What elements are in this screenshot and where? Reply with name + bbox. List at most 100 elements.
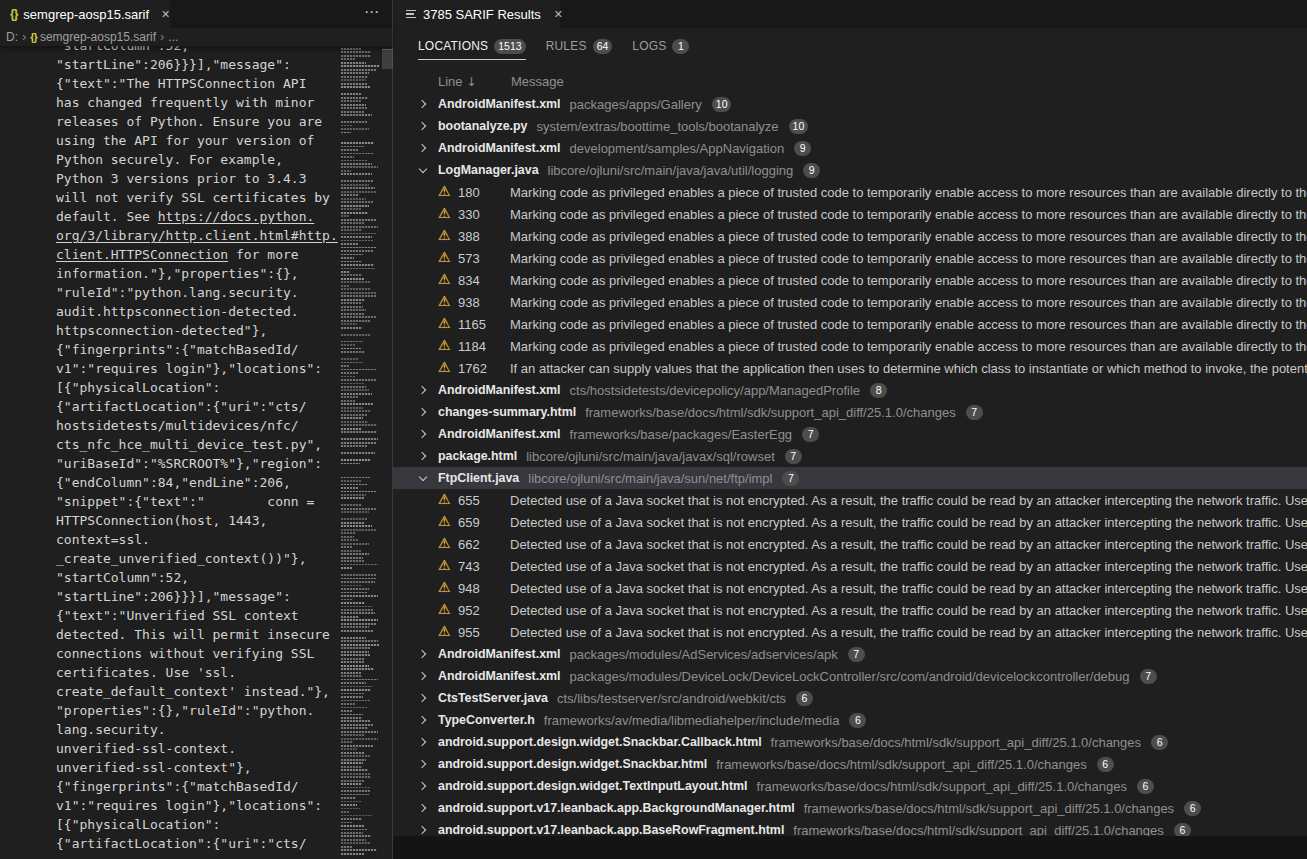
result-row[interactable]: ⚠ 1165 Marking code as privileged enable…: [393, 313, 1307, 335]
editor-scrollbar-thumb[interactable]: [382, 49, 393, 69]
file-row[interactable]: AndroidManifest.xml packages/modules/Dev…: [393, 665, 1307, 687]
code-line: unverified-ssl-context.: [56, 739, 340, 758]
json-file-icon: {}: [30, 31, 37, 43]
code-line: "startLine":206}}}],"message":: [56, 587, 340, 606]
file-path: development/samples/AppNavigation: [570, 141, 785, 156]
chevron-right-icon: [418, 407, 429, 418]
breadcrumb-more[interactable]: ...: [168, 30, 178, 44]
result-row[interactable]: ⚠ 330 Marking code as privileged enables…: [393, 203, 1307, 225]
file-row[interactable]: FtpClient.java libcore/ojluni/src/main/j…: [393, 467, 1307, 489]
result-row[interactable]: ⚠ 1762 If an attacker can supply values …: [393, 357, 1307, 379]
tab-locations[interactable]: LOCATIONS 1513: [418, 35, 526, 60]
warning-icon: ⚠: [438, 293, 451, 309]
file-path: packages/modules/AdServices/adservices/a…: [570, 647, 838, 662]
close-icon[interactable]: ✕: [161, 8, 170, 21]
code-line: {"fingerprints":{"matchBasedId/: [56, 340, 340, 359]
breadcrumb-drive[interactable]: D:: [6, 30, 18, 44]
file-row[interactable]: AndroidManifest.xml cts/hostsidetests/de…: [393, 379, 1307, 401]
code-line: connections without verifying SSL: [56, 644, 340, 663]
result-count-badge: 6: [796, 691, 813, 706]
file-path: frameworks/base/docs/html/sdk/support_ap…: [716, 757, 1086, 772]
file-name: changes-summary.html: [438, 405, 576, 419]
file-row[interactable]: AndroidManifest.xml packages/apps/Galler…: [393, 93, 1307, 115]
file-row[interactable]: android.support.v17.leanback.app.BaseRow…: [393, 819, 1307, 836]
code-line: using the API for your version of: [56, 131, 340, 150]
file-row[interactable]: android.support.design.widget.TextInputL…: [393, 775, 1307, 797]
file-name: android.support.design.widget.Snackbar.C…: [438, 735, 762, 749]
code-line: "startColumn":52,: [56, 568, 340, 587]
code-line: Python securely. For example,: [56, 150, 340, 169]
warning-icon: ⚠: [438, 205, 451, 221]
chevron-right-icon: [418, 385, 429, 396]
result-count-badge: 7: [1140, 669, 1157, 684]
code-line: v1":"requires login"},"locations":: [56, 796, 340, 815]
file-row[interactable]: AndroidManifest.xml packages/modules/AdS…: [393, 643, 1307, 665]
file-row[interactable]: android.support.design.widget.Snackbar.C…: [393, 731, 1307, 753]
breadcrumb-file[interactable]: semgrep-aosp15.sarif: [40, 30, 156, 44]
code-line: create_default_context' instead."},: [56, 682, 340, 701]
column-line[interactable]: Line ↓: [438, 74, 476, 89]
result-line-number: 662: [458, 537, 480, 552]
result-row[interactable]: ⚠ 948 Detected use of a Java socket that…: [393, 577, 1307, 599]
result-count-badge: 6: [1137, 779, 1154, 794]
sarif-results-panel: LOCATIONS 1513 RULES 64 LOGS 1 Line ↓ Me…: [393, 28, 1307, 859]
file-row[interactable]: bootanalyze.py system/extras/boottime_to…: [393, 115, 1307, 137]
result-row[interactable]: ⚠ 662 Detected use of a Java socket that…: [393, 533, 1307, 555]
tab-rules[interactable]: RULES 64: [546, 35, 613, 60]
editor-content[interactable]: "startColumn":52,"startLine":206}}}],"me…: [0, 46, 340, 859]
tab-logs[interactable]: LOGS 1: [632, 35, 689, 60]
result-row[interactable]: ⚠ 955 Detected use of a Java socket that…: [393, 621, 1307, 643]
file-row[interactable]: changes-summary.html frameworks/base/doc…: [393, 401, 1307, 423]
result-filter-tabs: LOCATIONS 1513 RULES 64 LOGS 1: [418, 35, 689, 60]
result-count-badge: 7: [782, 471, 799, 486]
more-actions-icon[interactable]: ⋯: [364, 3, 380, 21]
file-row[interactable]: android.support.design.widget.Snackbar.h…: [393, 753, 1307, 775]
result-row[interactable]: ⚠ 1184 Marking code as privileged enable…: [393, 335, 1307, 357]
code-line: {"artifactLocation":{"uri":"cts/: [56, 397, 340, 416]
result-row[interactable]: ⚠ 388 Marking code as privileged enables…: [393, 225, 1307, 247]
file-row[interactable]: AndroidManifest.xml development/samples/…: [393, 137, 1307, 159]
code-line: {"artifactLocation":{"uri":"cts/: [56, 834, 340, 853]
code-line: httpsconnection-detected"},: [56, 321, 340, 340]
tab-sarif-results[interactable]: 3785 SARIF Results ✕: [394, 0, 560, 28]
file-row[interactable]: TypeConverter.h frameworks/av/media/libm…: [393, 709, 1307, 731]
file-path: frameworks/av/media/libmediahelper/inclu…: [544, 713, 840, 728]
file-row[interactable]: AndroidManifest.xml frameworks/base/pack…: [393, 423, 1307, 445]
result-row[interactable]: ⚠ 952 Detected use of a Java socket that…: [393, 599, 1307, 621]
file-path: cts/hostsidetests/devicepolicy/app/Manag…: [570, 383, 861, 398]
result-message: Detected use of a Java socket that is no…: [510, 603, 1307, 618]
warning-icon: ⚠: [438, 623, 451, 639]
code-line: "startColumn":52,: [56, 46, 340, 55]
result-message: Detected use of a Java socket that is no…: [510, 581, 1307, 596]
result-row[interactable]: ⚠ 834 Marking code as privileged enables…: [393, 269, 1307, 291]
column-message[interactable]: Message: [511, 74, 564, 89]
file-row[interactable]: LogManager.java libcore/ojluni/src/main/…: [393, 159, 1307, 181]
tab-label: semgrep-aosp15.sarif: [23, 7, 149, 22]
code-line: [{"physicalLocation":: [56, 815, 340, 834]
breadcrumb: D: › {} semgrep-aosp15.sarif › ...: [0, 28, 392, 46]
close-icon[interactable]: ✕: [554, 8, 563, 21]
file-row[interactable]: android.support.v17.leanback.app.Backgro…: [393, 797, 1307, 819]
code-line: client.HTTPSConnection for more: [56, 245, 340, 264]
chevron-right-icon: ›: [22, 29, 26, 44]
result-count-badge: 9: [803, 163, 820, 178]
result-row[interactable]: ⚠ 573 Marking code as privileged enables…: [393, 247, 1307, 269]
file-name: AndroidManifest.xml: [438, 383, 561, 397]
result-count-badge: 7: [966, 405, 983, 420]
file-name: AndroidManifest.xml: [438, 427, 561, 441]
result-row[interactable]: ⚠ 180 Marking code as privileged enables…: [393, 181, 1307, 203]
result-row[interactable]: ⚠ 655 Detected use of a Java socket that…: [393, 489, 1307, 511]
result-row[interactable]: ⚠ 938 Marking code as privileged enables…: [393, 291, 1307, 313]
panel-bottom-strip: [393, 836, 1307, 859]
code-line: context=ssl.: [56, 530, 340, 549]
tab-semgrep-sarif[interactable]: {} semgrep-aosp15.sarif ✕: [0, 0, 170, 28]
file-row[interactable]: package.html libcore/ojluni/src/main/jav…: [393, 445, 1307, 467]
code-line: {"text":"The HTTPSConnection API: [56, 74, 340, 93]
result-line-number: 1762: [458, 361, 487, 376]
result-row[interactable]: ⚠ 743 Detected use of a Java socket that…: [393, 555, 1307, 577]
file-row[interactable]: CtsTestServer.java cts/libs/testserver/s…: [393, 687, 1307, 709]
code-line: lang.security.: [56, 720, 340, 739]
result-row[interactable]: ⚠ 659 Detected use of a Java socket that…: [393, 511, 1307, 533]
minimap[interactable]: [341, 48, 381, 859]
result-message: Marking code as privileged enables a pie…: [510, 185, 1307, 200]
